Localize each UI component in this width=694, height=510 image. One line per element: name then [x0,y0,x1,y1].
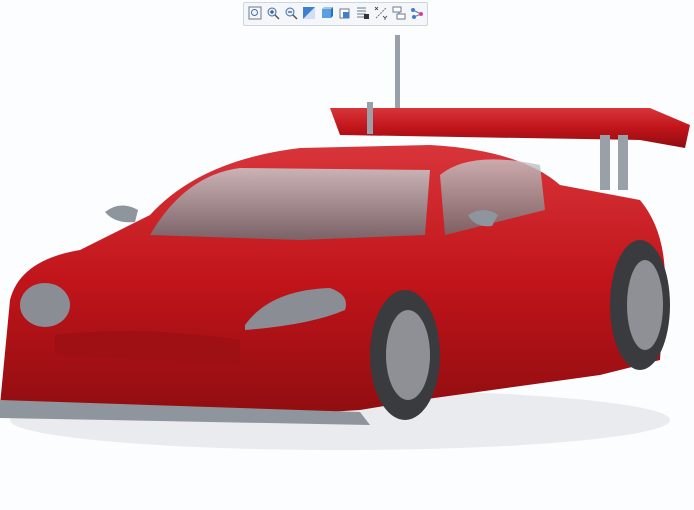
section-icon [339,8,349,19]
rear-wing [330,108,690,148]
mirror-left [105,205,138,223]
datum-display-button[interactable] [372,4,389,22]
model-tree-button[interactable] [354,4,371,22]
section-view-button[interactable] [336,4,353,22]
datum-icon [374,6,387,20]
zoom-out-button[interactable] [282,4,299,22]
explode-view-button[interactable] [390,4,407,22]
front-rim [386,310,430,400]
zoom-in-icon [267,7,280,20]
display-style-button[interactable] [318,4,335,22]
orientation-icon [302,7,315,19]
3d-viewport[interactable] [0,0,694,505]
viewer-toolbar [243,2,428,26]
network-icon [410,8,423,19]
wing-strut [600,135,610,190]
shaded-cube-icon [321,7,333,18]
zoom-fit-icon [248,6,261,20]
headlight-left [20,283,70,327]
roof-antenna [367,102,373,134]
connections-button[interactable] [408,4,425,22]
car-model [0,35,690,450]
tree-icon [356,7,369,19]
zoom-to-fit-button[interactable] [246,4,263,22]
zoom-out-icon [285,7,298,20]
rear-rim [627,260,663,350]
explode-icon [392,6,405,20]
wing-strut [618,135,628,190]
zoom-in-button[interactable] [264,4,281,22]
windshield [150,168,430,240]
view-orientation-button[interactable] [300,4,317,22]
